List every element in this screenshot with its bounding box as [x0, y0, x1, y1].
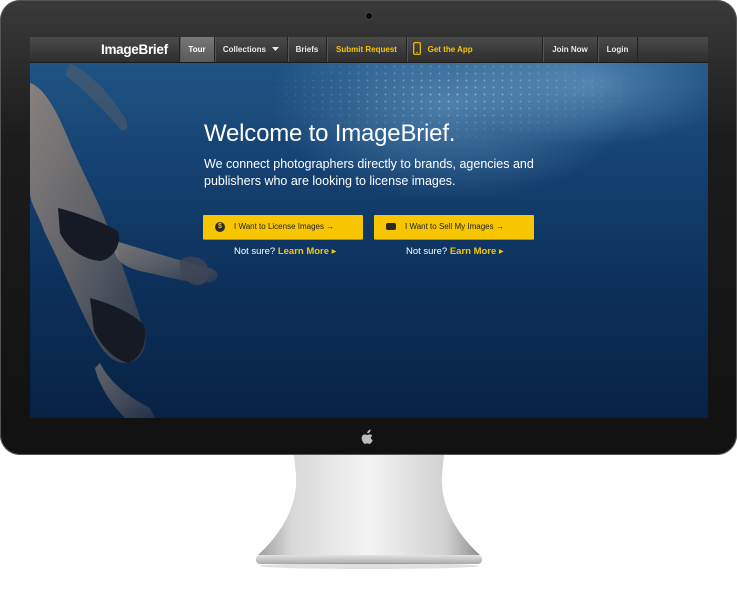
apple-logo-icon [361, 429, 373, 444]
sell-images-button[interactable]: I Want to Sell My Images → [374, 215, 534, 239]
nav-login[interactable]: Login [597, 37, 638, 62]
phone-icon [413, 42, 422, 56]
license-not-sure: Not sure? Learn More ▸ [234, 246, 336, 257]
monitor-stand [256, 455, 482, 569]
chevron-down-icon [272, 47, 280, 52]
hero-subline: We connect photographers directly to bra… [204, 157, 534, 188]
nav-collections[interactable]: Collections [214, 37, 287, 62]
sell-images-label: I Want to Sell My Images → [405, 222, 504, 231]
nav-tour[interactable]: Tour [179, 37, 214, 62]
nav-briefs[interactable]: Briefs [287, 37, 326, 62]
hero-headline: Welcome to ImageBrief. [204, 120, 456, 147]
screen: ImageBrief Tour Collections Briefs Submi… [30, 37, 708, 418]
license-images-label: I Want to License Images → [234, 222, 335, 231]
dollar-icon: $ [215, 222, 225, 232]
webcam-icon [365, 12, 373, 20]
not-sure-text: Not sure? [234, 246, 276, 257]
nav-get-the-app-label: Get the App [427, 45, 473, 54]
swimmer-photo [30, 63, 218, 418]
nav-collections-label: Collections [222, 45, 266, 54]
top-navbar: ImageBrief Tour Collections Briefs Submi… [30, 37, 708, 63]
nav-join-now[interactable]: Join Now [542, 37, 597, 62]
camera-icon [386, 223, 396, 230]
license-images-button[interactable]: $ I Want to License Images → [203, 215, 363, 239]
nav-submit-request[interactable]: Submit Request [326, 37, 406, 62]
not-sure-text: Not sure? [406, 246, 448, 257]
hero-section: Welcome to ImageBrief. We connect photog… [30, 63, 708, 418]
earn-more-link[interactable]: Earn More ▸ [450, 246, 504, 257]
sell-not-sure: Not sure? Earn More ▸ [406, 246, 504, 257]
logo[interactable]: ImageBrief [101, 37, 168, 62]
monitor-frame: ImageBrief Tour Collections Briefs Submi… [0, 0, 737, 455]
learn-more-link[interactable]: Learn More ▸ [278, 246, 337, 257]
nav-get-the-app[interactable]: Get the App [406, 37, 479, 62]
